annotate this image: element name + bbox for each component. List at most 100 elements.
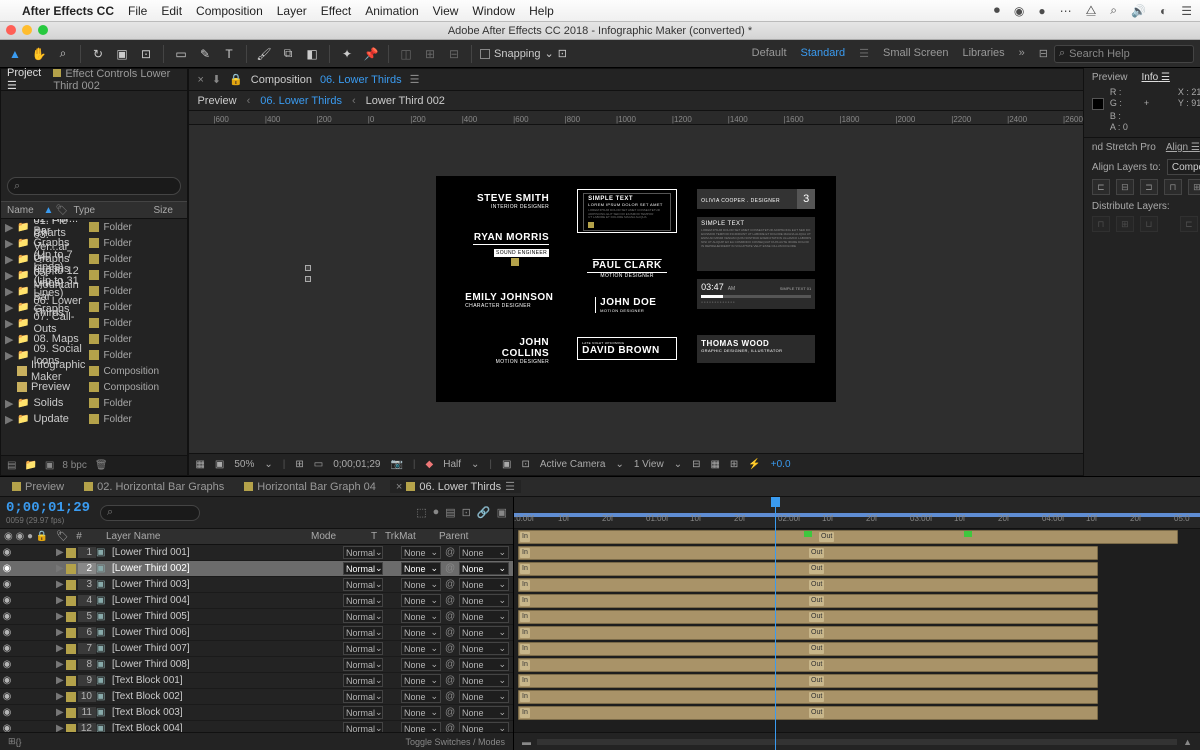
- trkmat-dropdown[interactable]: None⌄: [401, 610, 441, 623]
- tl-draft3d-icon[interactable]: ⊡: [462, 506, 471, 519]
- vp-mask-icon[interactable]: ▭: [314, 459, 323, 470]
- timeline-tab[interactable]: ×06. Lower Thirds ☰: [390, 480, 521, 493]
- layer-bar[interactable]: InOut: [518, 594, 1098, 608]
- parent-dropdown[interactable]: None⌄: [459, 722, 509, 732]
- layer-bar[interactable]: InOut: [518, 562, 1098, 576]
- timeline-layer-row[interactable]: ◉▶5▣[Lower Third 005]Normal⌄None⌄@None⌄: [0, 609, 513, 625]
- timeline-layer-row[interactable]: ◉▶3▣[Lower Third 003]Normal⌄None⌄@None⌄: [0, 577, 513, 593]
- menu-window[interactable]: Window: [472, 4, 515, 18]
- parent-dropdown[interactable]: None⌄: [459, 626, 509, 639]
- quality-dropdown[interactable]: Half: [443, 459, 461, 470]
- layer-bar[interactable]: InOut: [518, 690, 1098, 704]
- pickwhip-icon[interactable]: @: [445, 659, 459, 670]
- align-target-dropdown[interactable]: Composition⌄: [1167, 159, 1200, 175]
- parent-dropdown[interactable]: None⌄: [459, 610, 509, 623]
- workspace-standard[interactable]: Standard: [801, 47, 846, 60]
- zoom-tool-icon[interactable]: ⌕: [54, 45, 72, 63]
- parent-dropdown[interactable]: None⌄: [459, 578, 509, 591]
- parent-dropdown[interactable]: None⌄: [459, 594, 509, 607]
- pickwhip-icon[interactable]: @: [445, 691, 459, 702]
- visibility-icon[interactable]: ◉: [0, 723, 14, 732]
- roto-tool-icon[interactable]: ✦: [338, 45, 356, 63]
- visibility-icon[interactable]: ◉: [0, 563, 14, 574]
- project-item[interactable]: Infographic MakerComposition: [1, 363, 187, 379]
- pickwhip-icon[interactable]: @: [445, 643, 459, 654]
- layer-bar[interactable]: InOut: [518, 706, 1098, 720]
- selection-tool-icon[interactable]: ▲: [6, 45, 24, 63]
- project-item[interactable]: ▶📁05. Mountain Bar GraphsFolder: [1, 283, 187, 299]
- stretch-pro-tab[interactable]: nd Stretch Pro: [1092, 142, 1156, 153]
- dist-left-icon[interactable]: ⊏: [1180, 216, 1198, 232]
- siri-icon[interactable]: ◐: [1160, 4, 1167, 18]
- menu-effect[interactable]: Effect: [321, 4, 351, 18]
- bc-preview[interactable]: Preview: [197, 95, 236, 107]
- tl-switch-icon[interactable]: ⊞: [8, 736, 16, 747]
- panel-menu-icon[interactable]: ⬇: [212, 73, 221, 86]
- hand-tool-icon[interactable]: ✋: [30, 45, 48, 63]
- camera-dropdown[interactable]: Active Camera: [540, 459, 606, 470]
- menu-animation[interactable]: Animation: [365, 4, 418, 18]
- spotlight-icon[interactable]: ⋯: [1060, 4, 1072, 18]
- camera-tool-icon[interactable]: ▣: [113, 45, 131, 63]
- layer-bar[interactable]: InOut: [518, 626, 1098, 640]
- eraser-tool-icon[interactable]: ◧: [303, 45, 321, 63]
- col-size[interactable]: Size: [147, 205, 187, 216]
- blend-mode-dropdown[interactable]: Normal⌄: [343, 546, 383, 559]
- timeline-layer-row[interactable]: ◉▶8▣[Lower Third 008]Normal⌄None⌄@None⌄: [0, 657, 513, 673]
- visibility-icon[interactable]: ◉: [0, 579, 14, 590]
- toggle-switches-modes[interactable]: Toggle Switches / Modes: [405, 737, 505, 747]
- sync-settings-icon[interactable]: ⊟: [1039, 47, 1048, 60]
- project-item[interactable]: ▶📁03. Ver...ar Graphs (Up to 12 Lines)Fo…: [1, 251, 187, 267]
- pickwhip-icon[interactable]: @: [445, 675, 459, 686]
- project-item[interactable]: PreviewComposition: [1, 379, 187, 395]
- layer-bar[interactable]: InOut: [518, 610, 1098, 624]
- bc-lower-third-002[interactable]: Lower Third 002: [366, 95, 445, 107]
- pickwhip-icon[interactable]: @: [445, 547, 459, 558]
- workspace-overflow-icon[interactable]: »: [1019, 47, 1025, 60]
- vp-render-icon[interactable]: ⚡: [748, 459, 760, 470]
- dot-icon[interactable]: ●: [1038, 4, 1045, 18]
- pen-tool-icon[interactable]: ✎: [196, 45, 214, 63]
- col-type[interactable]: Type: [67, 205, 147, 216]
- trkmat-dropdown[interactable]: None⌄: [401, 594, 441, 607]
- list-icon[interactable]: ☰: [1181, 4, 1192, 18]
- search-icon[interactable]: ⌕: [1110, 3, 1117, 18]
- chevron-left-icon[interactable]: ‹: [352, 95, 356, 107]
- bc-lower-thirds[interactable]: 06. Lower Thirds: [260, 95, 342, 107]
- status-icon[interactable]: ⏺: [994, 3, 1000, 18]
- visibility-icon[interactable]: ◉: [0, 643, 14, 654]
- pan-behind-tool-icon[interactable]: ⊡: [137, 45, 155, 63]
- parent-dropdown[interactable]: None⌄: [459, 562, 509, 575]
- dist-vcenter-icon[interactable]: ⊞: [1116, 216, 1134, 232]
- visibility-icon[interactable]: ◉: [0, 675, 14, 686]
- tl-shy-icon[interactable]: ⬚: [416, 506, 426, 519]
- pickwhip-icon[interactable]: @: [445, 723, 459, 732]
- minimize-window-icon[interactable]: [22, 25, 32, 35]
- menu-layer[interactable]: Layer: [277, 4, 307, 18]
- blend-mode-dropdown[interactable]: Normal⌄: [343, 722, 383, 732]
- lock-icon[interactable]: 🔒: [229, 73, 243, 86]
- parent-dropdown[interactable]: None⌄: [459, 546, 509, 559]
- vp-trans-icon[interactable]: ▦: [710, 459, 719, 470]
- project-item[interactable]: ▶📁08. MapsFolder: [1, 331, 187, 347]
- current-timecode[interactable]: 0;00;01;29: [6, 500, 90, 516]
- timeline-search-input[interactable]: ⌕: [100, 505, 200, 521]
- timeline-tab[interactable]: Preview: [6, 481, 70, 493]
- pickwhip-icon[interactable]: @: [445, 627, 459, 638]
- zoom-slider[interactable]: [537, 739, 1177, 745]
- tl-blur-icon[interactable]: ●: [433, 506, 440, 519]
- blend-mode-dropdown[interactable]: Normal⌄: [343, 642, 383, 655]
- align-right-icon[interactable]: ⊐: [1140, 179, 1158, 195]
- timeline-layer-row[interactable]: ◉▶12▣[Text Block 004]Normal⌄None⌄@None⌄: [0, 721, 513, 732]
- layer-bar[interactable]: InOut: [518, 578, 1098, 592]
- vp-timecode-icon[interactable]: ⊞: [730, 459, 738, 470]
- timeline-layer-row[interactable]: ◉▶9▣[Text Block 001]Normal⌄None⌄@None⌄: [0, 673, 513, 689]
- layer-bar[interactable]: InOut: [518, 658, 1098, 672]
- snapping-toggle[interactable]: Snapping⌄⊡: [480, 47, 567, 60]
- parent-dropdown[interactable]: None⌄: [459, 658, 509, 671]
- vp-grid-icon[interactable]: ▦: [195, 459, 204, 470]
- interpret-icon[interactable]: ▤: [7, 460, 16, 471]
- trkmat-dropdown[interactable]: None⌄: [401, 546, 441, 559]
- blend-mode-dropdown[interactable]: Normal⌄: [343, 562, 383, 575]
- blend-mode-dropdown[interactable]: Normal⌄: [343, 626, 383, 639]
